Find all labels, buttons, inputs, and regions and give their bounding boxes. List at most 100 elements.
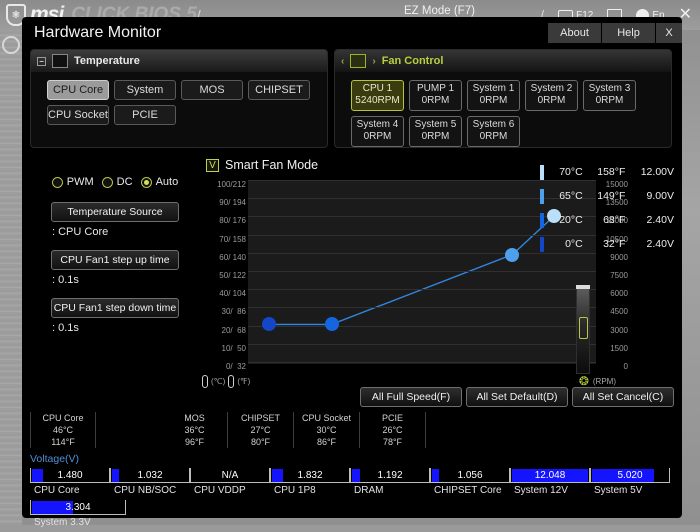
next-arrow-icon[interactable]: › bbox=[372, 56, 375, 67]
temp-readout-fahrenheit: 114°F bbox=[31, 436, 95, 448]
chart-left-tick: 50/ 122 bbox=[200, 271, 246, 289]
temp-source-chip-system[interactable]: System bbox=[114, 80, 176, 100]
fan-mode-radio-auto[interactable]: Auto bbox=[141, 176, 179, 188]
fan-chip-system-1[interactable]: System 10RPM bbox=[467, 80, 520, 111]
legend-fahrenheit: 68°F bbox=[592, 214, 626, 226]
voltage-value: 1.032 bbox=[111, 470, 189, 481]
legend-celsius: 0°C bbox=[553, 238, 583, 250]
temp-readout-celsius: 26°C bbox=[360, 424, 425, 436]
temperature-chart-icon bbox=[52, 54, 68, 68]
voltage-value: N/A bbox=[191, 470, 269, 481]
fan-speed-gauge bbox=[576, 288, 590, 374]
setting-button-cpu-fan1-step-down-time[interactable]: CPU Fan1 step down time bbox=[51, 298, 179, 318]
chart-left-axis: 100/21290/ 19480/ 17670/ 15860/ 14050/ 1… bbox=[200, 180, 246, 380]
fan-chip-rpm: 0RPM bbox=[584, 95, 635, 107]
temp-readout-cell: PCIE26°C78°F bbox=[360, 412, 426, 448]
close-button[interactable]: X bbox=[656, 23, 682, 43]
setting-button-cpu-fan1-step-up-time[interactable]: CPU Fan1 step up time bbox=[51, 250, 179, 270]
fan-mode-radio-pwm[interactable]: PWM bbox=[52, 176, 94, 188]
temp-readout-cell: CPU Core46°C114°F bbox=[30, 412, 96, 448]
radio-dot-icon[interactable] bbox=[102, 177, 113, 188]
fan-chip-system-3[interactable]: System 30RPM bbox=[583, 80, 636, 111]
chart-left-tick: 80/ 176 bbox=[200, 216, 246, 234]
help-button[interactable]: Help bbox=[602, 23, 656, 43]
hardware-monitor-dialog: Hardware Monitor About Help X − Temperat… bbox=[22, 17, 682, 518]
fan-chip-system-4[interactable]: System 40RPM bbox=[351, 116, 404, 147]
fan-chip-rpm: 0RPM bbox=[352, 131, 403, 143]
fan-mode-radio-group: PWM DC Auto bbox=[30, 164, 200, 202]
fan-chip-name: System 6 bbox=[468, 119, 519, 131]
temp-readout-fahrenheit: 80°F bbox=[228, 436, 293, 448]
fan-curve-point-0[interactable] bbox=[262, 317, 276, 331]
action-button-all-set-default-d-[interactable]: All Set Default(D) bbox=[466, 387, 568, 407]
temp-source-chip-cpu-core[interactable]: CPU Core bbox=[47, 80, 109, 100]
chart-gridline bbox=[248, 307, 596, 308]
temp-readout-cell: CHIPSET27°C80°F bbox=[228, 412, 294, 448]
fan-settings-column: PWM DC Auto Temperature Source : CPU Core CP… bbox=[30, 154, 200, 384]
fan-chip-name: System 5 bbox=[410, 119, 461, 131]
voltage-value: 1.832 bbox=[271, 470, 349, 481]
voltage-cell-system-5v: 5.020System 5V bbox=[590, 468, 670, 500]
chart-left-tick: 30/ 86 bbox=[200, 307, 246, 325]
fan-curve-point-2[interactable] bbox=[505, 248, 519, 262]
temp-readout-name: CPU Core bbox=[31, 412, 95, 424]
setting-value: : CPU Core bbox=[52, 226, 200, 238]
voltage-bar-track: 1.192 bbox=[350, 468, 430, 483]
fan-chip-rpm: 0RPM bbox=[410, 131, 461, 143]
about-button[interactable]: About bbox=[548, 23, 602, 43]
voltage-cell-system-3-3v: 3.304System 3.3V bbox=[30, 500, 126, 532]
dialog-title-bar: Hardware Monitor About Help X bbox=[22, 17, 682, 49]
fan-chip-name: System 1 bbox=[468, 83, 519, 95]
chart-left-tick: 20/ 68 bbox=[200, 326, 246, 344]
legend-fahrenheit: 149°F bbox=[592, 190, 626, 202]
legend-row: 65°C149°F9.00V bbox=[540, 184, 674, 208]
chart-left-tick: 10/ 50 bbox=[200, 344, 246, 362]
legend-celsius: 70°C bbox=[553, 166, 583, 178]
temp-readout-name: CHIPSET bbox=[228, 412, 293, 424]
voltage-cell-cpu-core: 1.480CPU Core bbox=[30, 468, 110, 500]
bios-left-strip bbox=[0, 30, 22, 525]
temp-source-chip-pcie[interactable]: PCIE bbox=[114, 105, 176, 125]
chart-gridline bbox=[248, 326, 596, 327]
chart-gridline bbox=[248, 344, 596, 345]
smart-fan-label: Smart Fan Mode bbox=[225, 158, 318, 172]
fan-chip-system-6[interactable]: System 60RPM bbox=[467, 116, 520, 147]
legend-color-swatch bbox=[540, 213, 544, 228]
voltage-label: CPU Core bbox=[30, 485, 110, 496]
setting-value: : 0.1s bbox=[52, 322, 200, 334]
setting-button-temperature-source[interactable]: Temperature Source bbox=[51, 202, 179, 222]
fan-chip-system-5[interactable]: System 50RPM bbox=[409, 116, 462, 147]
fan-chip-rpm: 5240RPM bbox=[352, 95, 403, 107]
voltage-label: CPU NB/SOC bbox=[110, 485, 190, 496]
temp-source-chip-cpu-socket[interactable]: CPU Socket bbox=[47, 105, 109, 125]
temp-readout-fahrenheit: 78°F bbox=[360, 436, 425, 448]
voltage-section-title: Voltage(V) bbox=[30, 453, 674, 465]
legend-fahrenheit: 32°F bbox=[592, 238, 626, 250]
voltage-label: CPU 1P8 bbox=[270, 485, 350, 496]
temp-source-chip-mos[interactable]: MOS bbox=[181, 80, 243, 100]
temp-readout-celsius: 30°C bbox=[294, 424, 359, 436]
legend-voltage: 12.00V bbox=[634, 166, 674, 178]
radio-dot-icon[interactable] bbox=[141, 177, 152, 188]
fan-chip-cpu-1[interactable]: CPU 15240RPM bbox=[351, 80, 404, 111]
action-button-all-set-cancel-c-[interactable]: All Set Cancel(C) bbox=[572, 387, 674, 407]
voltage-row-1: 1.480CPU Core1.032CPU NB/SOCN/ACPU VDDP1… bbox=[30, 468, 674, 500]
action-button-all-full-speed-f-[interactable]: All Full Speed(F) bbox=[360, 387, 462, 407]
fan-curve-legend: 70°C158°F12.00V65°C149°F9.00V20°C68°F2.4… bbox=[540, 160, 674, 256]
temperature-source-chip-row: CPU CoreSystemMOSCHIPSET CPU SocketPCIE bbox=[31, 72, 327, 125]
radio-dot-icon[interactable] bbox=[52, 177, 63, 188]
action-button-row: All Full Speed(F)All Set Default(D)All S… bbox=[360, 387, 674, 407]
fan-chip-system-2[interactable]: System 20RPM bbox=[525, 80, 578, 111]
chart-right-tick: 4500 bbox=[594, 307, 628, 325]
temp-source-chip-chipset[interactable]: CHIPSET bbox=[248, 80, 310, 100]
voltage-label: System 3.3V bbox=[30, 517, 126, 528]
ez-mode-label[interactable]: EZ Mode (F7) bbox=[404, 5, 475, 17]
legend-voltage: 2.40V bbox=[634, 238, 674, 250]
fan-curve-point-1[interactable] bbox=[325, 317, 339, 331]
fan-chip-pump-1[interactable]: PUMP 10RPM bbox=[409, 80, 462, 111]
fan-mode-radio-dc[interactable]: DC bbox=[102, 176, 133, 188]
temperature-readout-strip: CPU Core46°C114°FMOS36°C96°FCHIPSET27°C8… bbox=[30, 409, 674, 451]
smart-fan-checkbox[interactable]: V bbox=[206, 159, 219, 172]
collapse-icon[interactable]: − bbox=[37, 57, 46, 66]
prev-arrow-icon[interactable]: ‹ bbox=[341, 56, 344, 67]
